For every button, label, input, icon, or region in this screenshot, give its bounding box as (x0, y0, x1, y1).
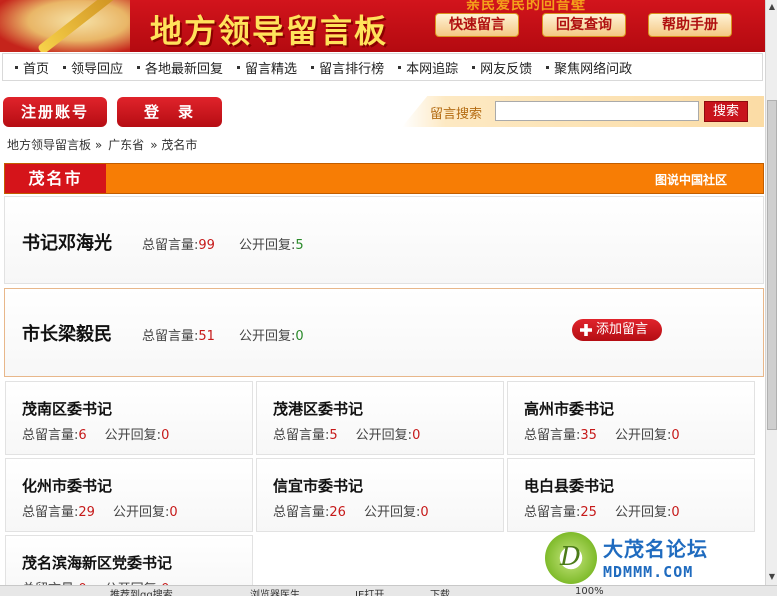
browser-status-bar: 推荐到qq搜索 浏览器医生 IE打开 下载 100% (0, 585, 777, 596)
search-button[interactable]: 搜索 (704, 101, 748, 122)
public-replies: 公开回复:0 (239, 329, 304, 344)
leader-name[interactable]: 市长梁毅民 (22, 320, 112, 346)
forum-logo-icon: D (545, 532, 597, 584)
leader-card-mayor[interactable]: 市长梁毅民 总留言量:51 公开回复:0 添加留言 (4, 288, 764, 377)
official-stats: 总留言量:6 公开回复:0 (22, 428, 170, 443)
plus-icon (580, 324, 592, 336)
bullet-icon (546, 65, 550, 69)
official-stats: 总留言量:35 公开回复:0 (524, 428, 680, 443)
status-download[interactable]: 下载 (430, 586, 450, 596)
official-card[interactable]: 茂南区委书记 总留言量:6 公开回复:0 (5, 381, 253, 455)
official-stats: 总留言量:26 公开回复:0 (273, 505, 429, 520)
leader-name[interactable]: 书记邓海光 (22, 229, 112, 255)
total-messages: 总留言量:99 (142, 238, 215, 253)
forum-watermark: D 大茂名论坛 MDMMM.COM (545, 532, 745, 584)
vertical-scrollbar[interactable]: ▲ ▼ (765, 0, 777, 585)
official-stats: 总留言量:25 公开回复:0 (524, 505, 680, 520)
official-name[interactable]: 电白县委书记 (524, 475, 614, 496)
nav-item-tracking[interactable]: 本网追踪 (398, 58, 458, 77)
nav-item-home[interactable]: 首页 (15, 58, 49, 77)
header-slogan: 亲民爱民的回音壁 (466, 0, 586, 13)
official-card[interactable]: 电白县委书记 总留言量:25 公开回复:0 (507, 458, 755, 532)
bullet-icon (237, 65, 241, 69)
breadcrumb-item-city[interactable]: » 茂名市 (150, 136, 197, 153)
official-name[interactable]: 高州市委书记 (524, 398, 614, 419)
nav-item-leader-response[interactable]: 领导回应 (63, 58, 123, 77)
breadcrumb-item-board[interactable]: 地方领导留言板 » (7, 136, 102, 153)
official-card[interactable]: 茂港区委书记 总留言量:5 公开回复:0 (256, 381, 504, 455)
leader-card-secretary[interactable]: 书记邓海光 总留言量:99 公开回复:5 (4, 196, 764, 284)
breadcrumb: 地方领导留言板 » 广东省 » 茂名市 (7, 136, 203, 153)
site-title: 地方领导留言板 (150, 12, 389, 50)
help-manual-button[interactable]: 帮助手册 (648, 13, 732, 37)
nav-item-online-governance[interactable]: 聚焦网络问政 (546, 58, 632, 77)
total-messages: 总留言量:51 (142, 329, 215, 344)
official-card[interactable]: 化州市委书记 总留言量:29 公开回复:0 (5, 458, 253, 532)
search-input[interactable] (495, 101, 699, 121)
city-name: 茂名市 (5, 164, 106, 193)
reply-query-button[interactable]: 回复查询 (542, 13, 626, 37)
search-bar: 留言搜索 搜索 (402, 96, 764, 127)
status-search-recommend[interactable]: 推荐到qq搜索 (110, 586, 173, 596)
add-message-button[interactable]: 添加留言 (572, 319, 662, 341)
bullet-icon (63, 65, 67, 69)
page: 亲民爱民的回音壁 地方领导留言板 快速留言 回复查询 帮助手册 首页 领导回应 … (0, 0, 777, 596)
header-banner: 亲民爱民的回音壁 地方领导留言板 快速留言 回复查询 帮助手册 (0, 0, 765, 52)
official-name[interactable]: 信宜市委书记 (273, 475, 363, 496)
main-nav: 首页 领导回应 各地最新回复 留言精选 留言排行榜 本网追踪 网友反馈 聚焦网络… (2, 53, 763, 81)
scroll-up-icon[interactable]: ▲ (767, 2, 777, 12)
nav-item-latest-replies[interactable]: 各地最新回复 (137, 58, 223, 77)
register-button[interactable]: 注册账号 (3, 97, 107, 127)
scroll-thumb[interactable] (767, 100, 777, 430)
bullet-icon (137, 65, 141, 69)
status-ie-open[interactable]: IE打开 (355, 586, 384, 596)
nav-item-feedback[interactable]: 网友反馈 (472, 58, 532, 77)
breadcrumb-item-province[interactable]: 广东省 (108, 136, 144, 153)
official-name[interactable]: 茂南区委书记 (22, 398, 112, 419)
status-browser-doctor[interactable]: 浏览器医生 (250, 586, 300, 596)
quick-message-button[interactable]: 快速留言 (435, 13, 519, 37)
forum-domain: MDMMM.COM (603, 563, 694, 581)
search-label: 留言搜索 (430, 107, 483, 122)
bullet-icon (311, 65, 315, 69)
official-card[interactable]: 高州市委书记 总留言量:35 公开回复:0 (507, 381, 755, 455)
official-stats: 总留言量:29 公开回复:0 (22, 505, 178, 520)
official-name[interactable]: 茂名滨海新区党委书记 (22, 552, 172, 573)
official-name[interactable]: 化州市委书记 (22, 475, 112, 496)
bullet-icon (15, 65, 18, 69)
official-stats: 总留言量:5 公开回复:0 (273, 428, 421, 443)
community-link[interactable]: 图说中国社区 (655, 171, 727, 188)
official-name[interactable]: 茂港区委书记 (273, 398, 363, 419)
nav-item-ranking[interactable]: 留言排行榜 (311, 58, 384, 77)
bullet-icon (472, 65, 476, 69)
login-button[interactable]: 登 录 (117, 97, 222, 127)
scroll-down-icon[interactable]: ▼ (767, 572, 777, 582)
status-zoom[interactable]: 100% (575, 586, 604, 596)
nav-item-featured[interactable]: 留言精选 (237, 58, 297, 77)
official-card[interactable]: 信宜市委书记 总留言量:26 公开回复:0 (256, 458, 504, 532)
forum-name: 大茂名论坛 (603, 537, 708, 561)
bullet-icon (398, 65, 402, 69)
public-replies: 公开回复:5 (239, 238, 304, 253)
city-header: 茂名市 图说中国社区 (4, 163, 764, 194)
